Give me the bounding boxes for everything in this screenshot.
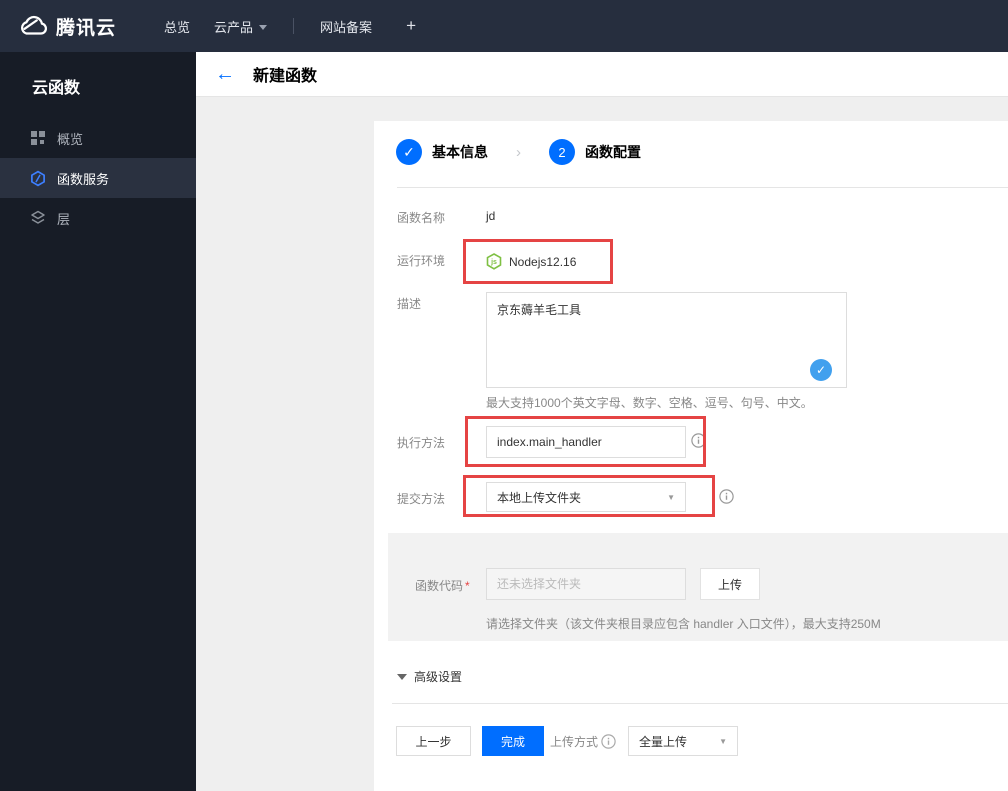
sidebar-item-label: 层: [57, 211, 71, 227]
submit-method-selected-value: 本地上传文件夹: [497, 490, 582, 505]
function-name-label: 函数名称: [397, 211, 446, 225]
description-helper-text: 最大支持1000个英文字母、数字、空格、逗号、句号、中文。: [486, 396, 813, 410]
steps-divider: [397, 187, 1008, 188]
valid-check-icon: ✓: [810, 359, 832, 381]
sidebar-item-label: 概览: [57, 131, 84, 147]
add-nav-shortcut-button[interactable]: +: [406, 16, 416, 36]
svg-text:js: js: [490, 259, 497, 266]
submit-method-info-icon[interactable]: [719, 489, 734, 504]
topnav-item-website-record[interactable]: 网站备案: [320, 17, 372, 36]
function-code-label: 函数代码 *: [415, 579, 470, 593]
upload-mode-select[interactable]: 全量上传 ▼: [628, 726, 738, 756]
handler-info-icon[interactable]: [691, 433, 706, 448]
select-caret-icon: ▼: [667, 492, 675, 502]
select-caret-icon: ▼: [719, 736, 727, 746]
top-navigation-bar: 腾讯云 总览 云产品 网站备案 +: [0, 0, 1008, 52]
advanced-settings-label: 高级设置: [414, 670, 463, 684]
sidebar-product-title: 云函数: [32, 80, 81, 97]
handler-input[interactable]: [486, 426, 686, 458]
page-header: ← 新建函数: [196, 52, 1008, 97]
step-basic-info[interactable]: ✓ 基本信息: [396, 139, 488, 165]
description-textarea[interactable]: 京东薅羊毛工具: [486, 292, 847, 388]
upload-mode-label-wrap: 上传方式: [550, 733, 616, 750]
check-icon: ✓: [403, 143, 415, 160]
chevron-down-icon: [259, 24, 268, 30]
advanced-settings-toggle[interactable]: 高级设置: [397, 668, 462, 685]
grid-icon: [30, 130, 46, 146]
main-content-area: ← 新建函数 ✓ 基本信息 › 2 函数配置 函数名称 jd 运行环境 js N…: [196, 52, 1008, 791]
previous-step-button[interactable]: 上一步: [396, 726, 471, 756]
upload-button[interactable]: 上传: [700, 568, 760, 600]
sidebar-item-overview[interactable]: 概览: [0, 118, 196, 158]
top-nav-menu: 总览 云产品 网站备案 +: [152, 16, 416, 36]
brand-name: 腾讯云: [56, 17, 117, 39]
tencent-cloud-logo-icon: [18, 14, 48, 38]
function-name-value: jd: [486, 209, 496, 223]
required-asterisk: *: [465, 579, 470, 593]
sidebar: 云函数 概览 函数服务 层: [0, 52, 196, 791]
runtime-value: js Nodejs12.16: [486, 253, 576, 270]
triangle-down-icon: [397, 673, 407, 680]
runtime-label: 运行环境: [397, 254, 446, 268]
upload-mode-selected-value: 全量上传: [639, 734, 688, 749]
nodejs-icon: js: [486, 253, 502, 270]
sidebar-item-label: 函数服务: [57, 171, 110, 187]
page-title: 新建函数: [253, 68, 318, 85]
function-hexagon-icon: [30, 170, 46, 187]
submit-method-label: 提交方法: [397, 492, 446, 506]
step-function-config: 2 函数配置: [549, 139, 641, 165]
step2-label: 函数配置: [585, 144, 641, 160]
function-code-section: 函数代码* 上传 请选择文件夹（该文件夹根目录应包含 handler 入口文件）…: [388, 533, 1008, 641]
upload-mode-label: 上传方式: [550, 735, 599, 749]
back-arrow-icon[interactable]: ←: [215, 64, 235, 84]
topnav-divider: [293, 18, 295, 34]
step2-circle: 2: [549, 139, 575, 165]
handler-label: 执行方法: [397, 436, 446, 450]
folder-path-input[interactable]: [486, 568, 686, 600]
sidebar-item-layers[interactable]: 层: [0, 198, 196, 238]
finish-button[interactable]: 完成: [482, 726, 544, 756]
description-label: 描述: [397, 297, 422, 311]
chevron-right-icon: ›: [516, 143, 521, 161]
new-function-form-card: ✓ 基本信息 › 2 函数配置 函数名称 jd 运行环境 js Nodejs12…: [374, 121, 1008, 791]
step-indicator: ✓ 基本信息 › 2 函数配置: [396, 139, 641, 165]
topnav-item-overview[interactable]: 总览: [164, 17, 190, 36]
function-code-helper-text: 请选择文件夹（该文件夹根目录应包含 handler 入口文件），最大支持250M: [486, 617, 881, 631]
topnav-item-cloud-products[interactable]: 云产品: [214, 17, 268, 36]
layers-icon: [30, 210, 46, 226]
step1-circle: ✓: [396, 139, 422, 165]
step1-label: 基本信息: [432, 144, 488, 160]
tencent-cloud-home-link[interactable]: 腾讯云: [18, 13, 116, 40]
sidebar-item-function-service[interactable]: 函数服务: [0, 158, 196, 198]
submit-method-select[interactable]: 本地上传文件夹 ▼: [486, 482, 686, 512]
upload-mode-info-icon[interactable]: [601, 734, 616, 749]
footer-divider: [392, 703, 1008, 704]
